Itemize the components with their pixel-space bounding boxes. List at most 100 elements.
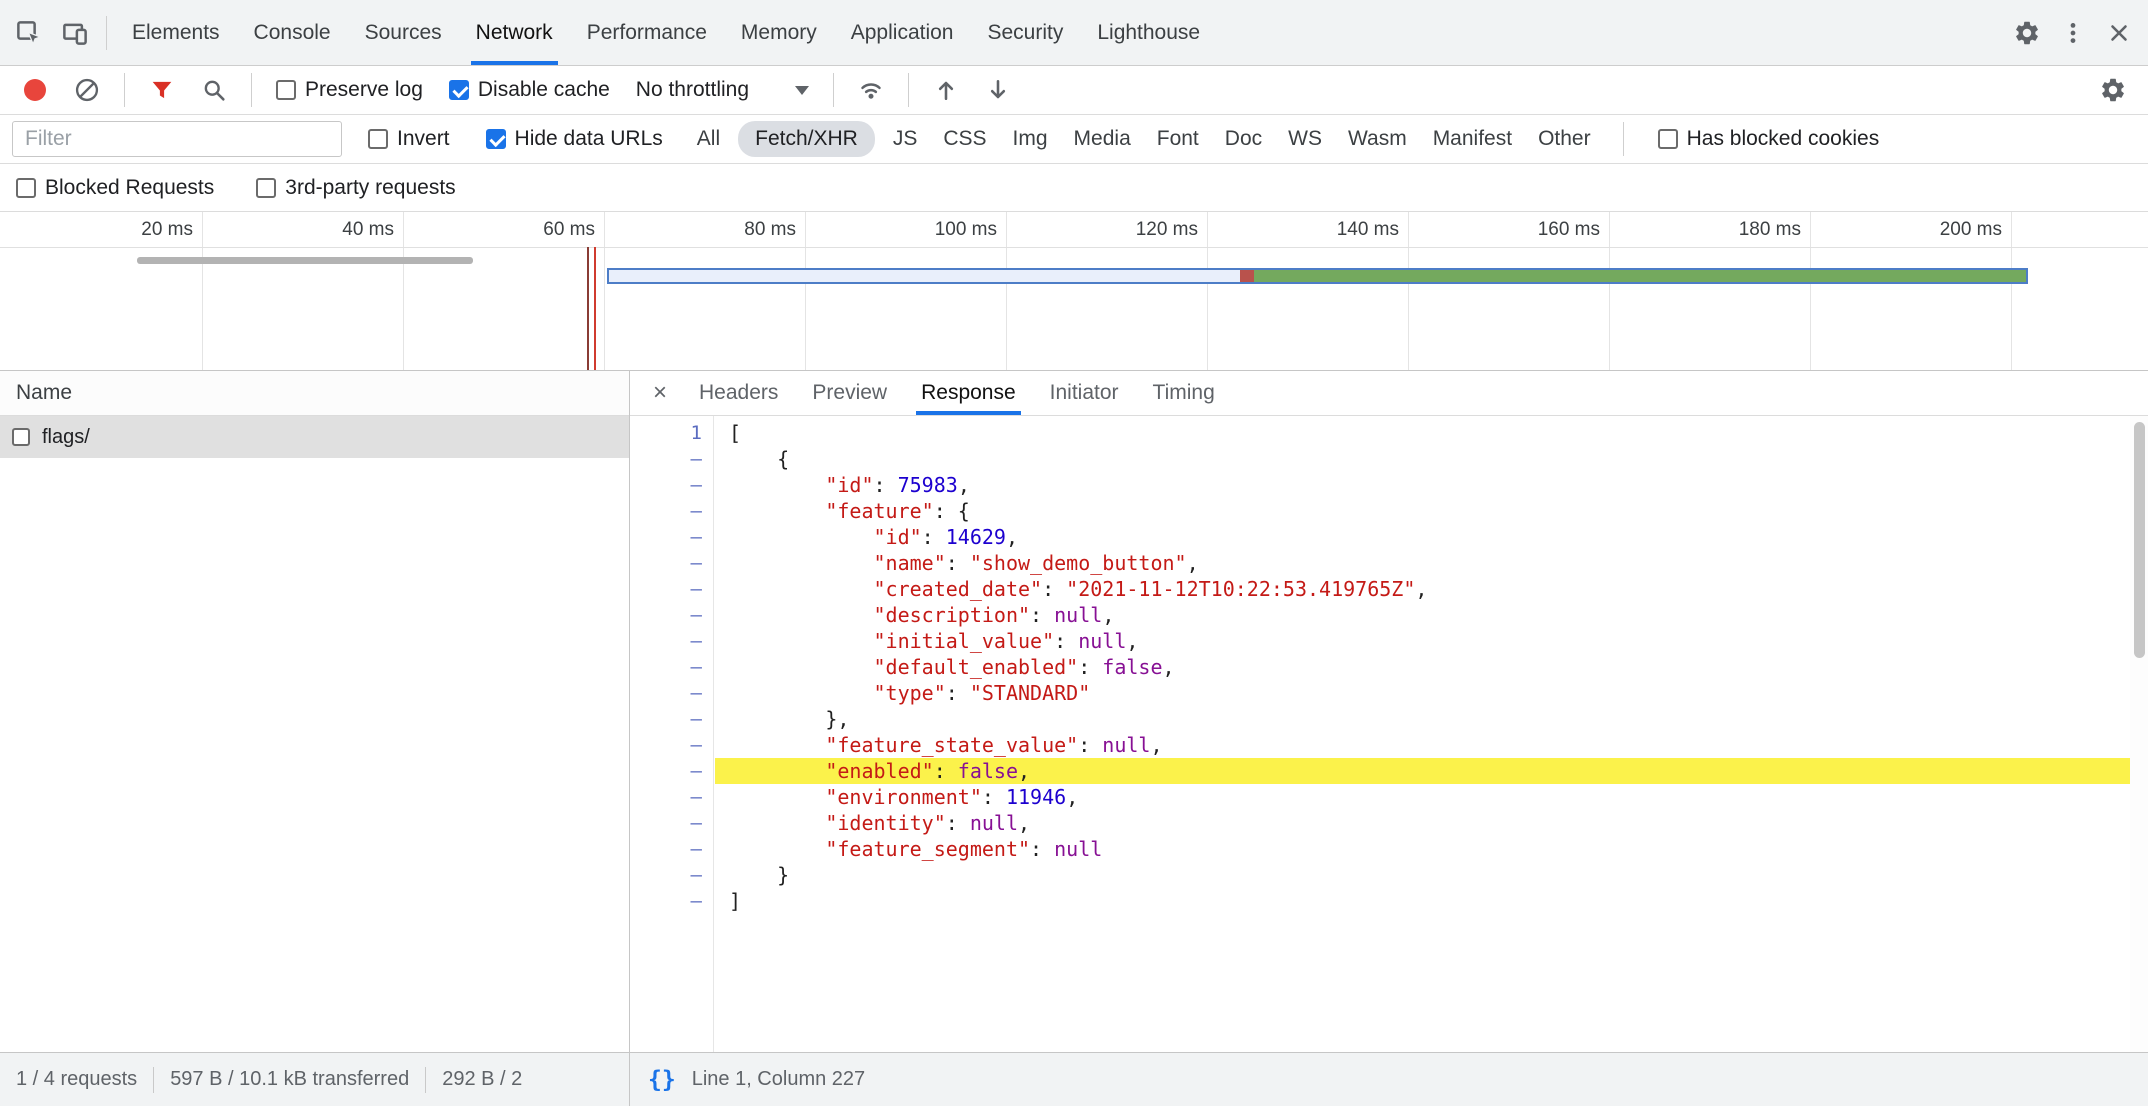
settings-button[interactable] bbox=[2004, 10, 2050, 56]
timeline-tick-label: 160 ms bbox=[1538, 219, 1600, 241]
requests-summary: 1 / 4 requests 597 B / 10.1 kB transferr… bbox=[0, 1053, 630, 1106]
inspect-element-button[interactable] bbox=[6, 10, 52, 56]
upload-arrow-icon bbox=[932, 76, 960, 104]
disable-cache-checkbox[interactable]: Disable cache bbox=[449, 78, 610, 102]
filter-chip-doc[interactable]: Doc bbox=[1217, 121, 1270, 157]
filter-button[interactable] bbox=[139, 67, 185, 113]
third-party-requests-checkbox[interactable]: 3rd-party requests bbox=[256, 176, 455, 200]
close-devtools-button[interactable] bbox=[2096, 10, 2142, 56]
pretty-print-button[interactable]: {} bbox=[648, 1067, 676, 1093]
vertical-scrollbar[interactable] bbox=[2130, 416, 2148, 1052]
wifi-icon bbox=[856, 75, 886, 105]
filter-chip-other[interactable]: Other bbox=[1530, 121, 1599, 157]
device-toolbar-button[interactable] bbox=[52, 10, 98, 56]
hide-data-urls-label: Hide data URLs bbox=[515, 127, 663, 151]
line-gutter: – bbox=[630, 758, 714, 784]
request-checkbox[interactable] bbox=[12, 428, 30, 446]
timeline-bar-green-segment bbox=[1254, 270, 2026, 282]
devtools-window: ElementsConsoleSourcesNetworkPerformance… bbox=[0, 0, 2148, 1106]
record-icon bbox=[24, 79, 46, 101]
filter-chip-fetch-xhr[interactable]: Fetch/XHR bbox=[738, 121, 875, 157]
tab-memory[interactable]: Memory bbox=[724, 0, 834, 65]
code-text: "id": 75983, bbox=[715, 472, 2130, 498]
throttling-value: No throttling bbox=[636, 78, 749, 102]
code-line: – "feature_state_value": null, bbox=[630, 732, 2130, 758]
code-line: – "enabled": false, bbox=[630, 758, 2130, 784]
filter-chip-css[interactable]: CSS bbox=[935, 121, 994, 157]
preserve-log-checkbox[interactable]: Preserve log bbox=[276, 78, 423, 102]
code-line: – "environment": 11946, bbox=[630, 784, 2130, 810]
network-overview-timeline[interactable]: 20 ms40 ms60 ms80 ms100 ms120 ms140 ms16… bbox=[0, 212, 2148, 371]
export-har-button[interactable] bbox=[975, 67, 1021, 113]
timeline-column: 160 ms bbox=[1409, 212, 1610, 370]
timeline-tick-label: 60 ms bbox=[543, 219, 595, 241]
detail-tab-response[interactable]: Response bbox=[904, 371, 1033, 415]
filter-chip-all[interactable]: All bbox=[689, 121, 728, 157]
request-row[interactable]: flags/ bbox=[0, 416, 629, 458]
record-button[interactable] bbox=[12, 67, 58, 113]
filter-chip-js[interactable]: JS bbox=[885, 121, 926, 157]
close-icon: × bbox=[653, 379, 667, 407]
tab-sources[interactable]: Sources bbox=[348, 0, 459, 65]
load-event-marker bbox=[594, 247, 596, 370]
detail-tab-timing[interactable]: Timing bbox=[1136, 371, 1232, 415]
detail-tab-headers[interactable]: Headers bbox=[682, 371, 795, 415]
import-har-button[interactable] bbox=[923, 67, 969, 113]
filter-chip-wasm[interactable]: Wasm bbox=[1340, 121, 1415, 157]
filter-chip-manifest[interactable]: Manifest bbox=[1425, 121, 1520, 157]
tab-lighthouse[interactable]: Lighthouse bbox=[1080, 0, 1217, 65]
separator bbox=[1623, 122, 1624, 156]
blocked-requests-checkbox[interactable]: Blocked Requests bbox=[16, 176, 214, 200]
line-gutter: – bbox=[630, 810, 714, 836]
line-gutter: – bbox=[630, 498, 714, 524]
line-gutter: – bbox=[630, 732, 714, 758]
tab-security[interactable]: Security bbox=[970, 0, 1080, 65]
name-column-header[interactable]: Name bbox=[0, 371, 629, 416]
code-text: "type": "STANDARD" bbox=[715, 680, 2130, 706]
timeline-tick-label: 180 ms bbox=[1739, 219, 1801, 241]
has-blocked-cookies-label: Has blocked cookies bbox=[1687, 127, 1880, 151]
code-text: "environment": 11946, bbox=[715, 784, 2130, 810]
search-button[interactable] bbox=[191, 67, 237, 113]
detail-tab-preview[interactable]: Preview bbox=[795, 371, 904, 415]
code-line: –] bbox=[630, 888, 2130, 914]
throttling-select[interactable]: No throttling bbox=[636, 78, 809, 102]
main-tabs: ElementsConsoleSourcesNetworkPerformance… bbox=[115, 0, 1217, 65]
scrollbar-thumb[interactable] bbox=[2134, 422, 2145, 658]
gear-icon bbox=[2099, 76, 2127, 104]
close-detail-button[interactable]: × bbox=[638, 371, 682, 415]
timeline-bar-red-segment bbox=[1240, 270, 1254, 282]
tab-performance[interactable]: Performance bbox=[570, 0, 724, 65]
kebab-menu-icon bbox=[2060, 20, 2086, 46]
line-gutter: – bbox=[630, 550, 714, 576]
filter-chip-media[interactable]: Media bbox=[1066, 121, 1139, 157]
timeline-tick-label: 20 ms bbox=[141, 219, 193, 241]
tab-elements[interactable]: Elements bbox=[115, 0, 237, 65]
tab-console[interactable]: Console bbox=[237, 0, 348, 65]
code-text: "name": "show_demo_button", bbox=[715, 550, 2130, 576]
tab-network[interactable]: Network bbox=[459, 0, 570, 65]
filter-chip-ws[interactable]: WS bbox=[1280, 121, 1330, 157]
timeline-bar-main bbox=[607, 268, 2028, 284]
filter-chip-img[interactable]: Img bbox=[1005, 121, 1056, 157]
checkbox-checked bbox=[449, 80, 469, 100]
hide-data-urls-checkbox[interactable]: Hide data URLs bbox=[486, 127, 663, 151]
line-gutter: 1 bbox=[630, 420, 714, 446]
timeline-tick-label: 140 ms bbox=[1337, 219, 1399, 241]
tab-application[interactable]: Application bbox=[834, 0, 971, 65]
detail-tab-initiator[interactable]: Initiator bbox=[1033, 371, 1136, 415]
gear-icon bbox=[2013, 19, 2041, 47]
network-conditions-button[interactable] bbox=[848, 67, 894, 113]
filter-input[interactable] bbox=[12, 121, 342, 157]
clear-button[interactable] bbox=[64, 67, 110, 113]
invert-checkbox[interactable]: Invert bbox=[368, 127, 450, 151]
network-settings-button[interactable] bbox=[2090, 67, 2136, 113]
has-blocked-cookies-checkbox[interactable]: Has blocked cookies bbox=[1658, 127, 1880, 151]
devtools-topbar: ElementsConsoleSourcesNetworkPerformance… bbox=[0, 0, 2148, 66]
request-name: flags/ bbox=[42, 426, 90, 449]
filter-chip-font[interactable]: Font bbox=[1149, 121, 1207, 157]
separator bbox=[124, 73, 125, 107]
more-options-button[interactable] bbox=[2050, 10, 2096, 56]
response-code-lines: 1[– {– "id": 75983,– "feature": {– "id":… bbox=[630, 420, 2130, 914]
line-gutter: – bbox=[630, 602, 714, 628]
